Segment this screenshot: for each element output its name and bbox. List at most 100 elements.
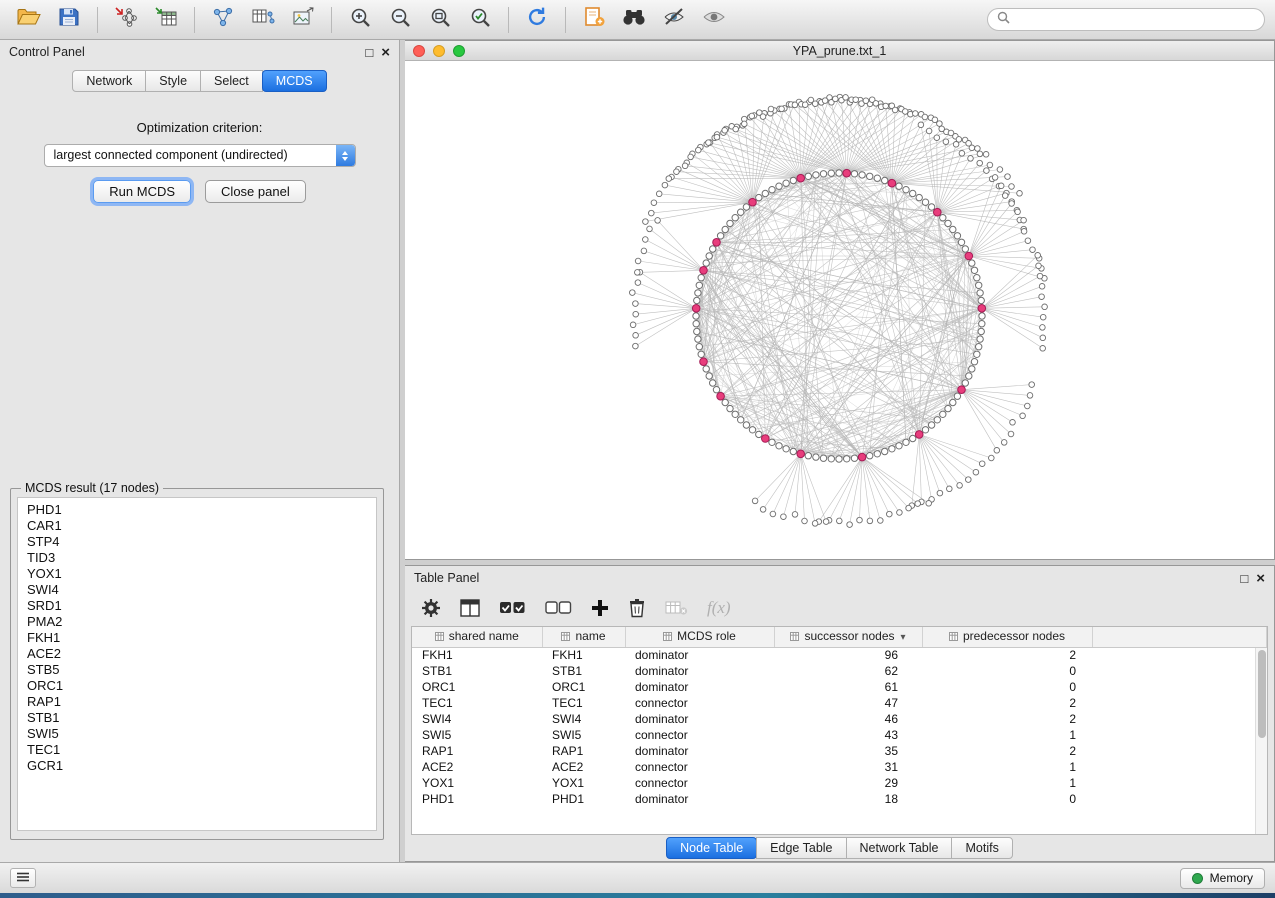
task-history-button[interactable]	[10, 868, 36, 888]
scrollbar-thumb[interactable]	[1258, 650, 1266, 738]
column-header-successor-nodes[interactable]: successor nodes▾	[774, 627, 922, 647]
save-session-button[interactable]	[50, 5, 88, 35]
float-panel-icon[interactable]: □	[1240, 572, 1248, 585]
deselect-all-button[interactable]	[545, 599, 572, 617]
tab-select[interactable]: Select	[200, 70, 263, 92]
search-input[interactable]	[1015, 13, 1255, 27]
tab-style[interactable]: Style	[145, 70, 201, 92]
dropdown-stepper-icon	[336, 145, 355, 166]
mcds-result-item[interactable]: SWI5	[27, 726, 367, 742]
new-network-button[interactable]	[204, 5, 242, 35]
tab-node-table[interactable]: Node Table	[666, 837, 757, 859]
table-row[interactable]: PHD1PHD1dominator180	[412, 791, 1267, 807]
mcds-result-item[interactable]: ORC1	[27, 678, 367, 694]
mcds-result-item[interactable]: SWI4	[27, 582, 367, 598]
table-tabs: Node Table Edge Table Network Table Moti…	[405, 835, 1274, 861]
mcds-result-item[interactable]: RAP1	[27, 694, 367, 710]
window-close-button[interactable]	[413, 45, 425, 57]
save-icon	[58, 6, 80, 33]
hide-elements-button[interactable]	[655, 5, 693, 35]
import-table-icon	[154, 6, 178, 33]
memory-label: Memory	[1210, 871, 1253, 885]
add-column-button[interactable]	[591, 599, 609, 617]
refresh-icon	[525, 6, 549, 33]
table-panel-header: Table Panel □ ×	[405, 566, 1274, 590]
zoom-fit-icon	[429, 6, 452, 34]
close-panel-icon[interactable]: ×	[381, 45, 390, 60]
mcds-result-list[interactable]: PHD1CAR1STP4TID3YOX1SWI4SRD1PMA2FKH1ACE2…	[17, 497, 377, 831]
network-canvas[interactable]	[405, 61, 1273, 559]
import-table-button[interactable]	[147, 5, 185, 35]
tab-edge-table[interactable]: Edge Table	[756, 837, 846, 859]
mcds-result-item[interactable]: FKH1	[27, 630, 367, 646]
table-row[interactable]: ORC1ORC1dominator610	[412, 679, 1267, 695]
network-window-titlebar: YPA_prune.txt_1	[405, 41, 1274, 61]
table-row[interactable]: TEC1TEC1connector472	[412, 695, 1267, 711]
table-scrollbar[interactable]	[1255, 648, 1267, 834]
table-row[interactable]: RAP1RAP1dominator352	[412, 743, 1267, 759]
column-header-name[interactable]: name	[542, 627, 625, 647]
show-columns-button[interactable]	[460, 599, 480, 617]
mcds-result-item[interactable]: PMA2	[27, 614, 367, 630]
table-row[interactable]: STB1STB1dominator620	[412, 663, 1267, 679]
annotation-button[interactable]	[575, 5, 613, 35]
mcds-result-item[interactable]: SRD1	[27, 598, 367, 614]
mcds-result-item[interactable]: CAR1	[27, 518, 367, 534]
select-all-icon	[499, 599, 526, 617]
table-row[interactable]: FKH1FKH1dominator962	[412, 647, 1267, 663]
memory-status-icon	[1192, 873, 1203, 884]
trash-icon	[628, 598, 646, 618]
network-canvas-area	[405, 61, 1274, 559]
zoom-in-button[interactable]	[341, 5, 379, 35]
mcds-result-item[interactable]: STB1	[27, 710, 367, 726]
select-all-button[interactable]	[499, 599, 526, 617]
window-minimize-button[interactable]	[433, 45, 445, 57]
delete-column-button[interactable]	[628, 598, 646, 618]
tab-network-table[interactable]: Network Table	[846, 837, 953, 859]
mcds-result-item[interactable]: ACE2	[27, 646, 367, 662]
search-icon	[997, 11, 1010, 29]
table-panel: Table Panel □ × f(x)	[405, 565, 1275, 862]
table-toolbar: f(x)	[405, 590, 1274, 626]
window-zoom-button[interactable]	[453, 45, 465, 57]
mcds-result-item[interactable]: GCR1	[27, 758, 367, 774]
zoom-out-button[interactable]	[381, 5, 419, 35]
float-panel-icon[interactable]: □	[365, 46, 373, 59]
tab-mcds[interactable]: MCDS	[262, 70, 327, 92]
mcds-result-item[interactable]: YOX1	[27, 566, 367, 582]
export-image-button[interactable]	[284, 5, 322, 35]
import-network-button[interactable]	[107, 5, 145, 35]
table-panel-title: Table Panel	[414, 571, 479, 585]
toolbar-separator	[565, 7, 566, 33]
column-options-icon	[790, 630, 799, 644]
mcds-result-item[interactable]: STB5	[27, 662, 367, 678]
table-row[interactable]: SWI4SWI4dominator462	[412, 711, 1267, 727]
open-file-button[interactable]	[10, 5, 48, 35]
criterion-select[interactable]: largest connected component (undirected)	[44, 144, 356, 167]
tab-network[interactable]: Network	[72, 70, 146, 92]
mcds-result-item[interactable]: PHD1	[27, 502, 367, 518]
table-row[interactable]: SWI5SWI5connector431	[412, 727, 1267, 743]
refresh-button[interactable]	[518, 5, 556, 35]
mcds-result-item[interactable]: TID3	[27, 550, 367, 566]
network-view-window: YPA_prune.txt_1	[405, 40, 1275, 560]
mcds-result-item[interactable]: STP4	[27, 534, 367, 550]
mcds-result-item[interactable]: TEC1	[27, 742, 367, 758]
table-settings-button[interactable]	[421, 598, 441, 618]
column-header-mcds-role[interactable]: MCDS role	[625, 627, 774, 647]
table-row[interactable]: YOX1YOX1connector291	[412, 775, 1267, 791]
column-header-shared-name[interactable]: shared name	[412, 627, 542, 647]
close-panel-button[interactable]: Close panel	[205, 180, 306, 203]
zoom-selected-button[interactable]	[461, 5, 499, 35]
close-panel-icon[interactable]: ×	[1256, 571, 1265, 586]
column-header-predecessor-nodes[interactable]: predecessor nodes	[922, 627, 1092, 647]
delete-table-button-disabled	[665, 599, 688, 617]
search-network-button[interactable]	[615, 5, 653, 35]
table-row[interactable]: ACE2ACE2connector311	[412, 759, 1267, 775]
run-mcds-button[interactable]: Run MCDS	[93, 180, 191, 203]
tab-motifs[interactable]: Motifs	[951, 837, 1012, 859]
new-table-button[interactable]	[244, 5, 282, 35]
zoom-fit-button[interactable]	[421, 5, 459, 35]
show-elements-button[interactable]	[695, 5, 733, 35]
memory-button[interactable]: Memory	[1180, 868, 1265, 889]
